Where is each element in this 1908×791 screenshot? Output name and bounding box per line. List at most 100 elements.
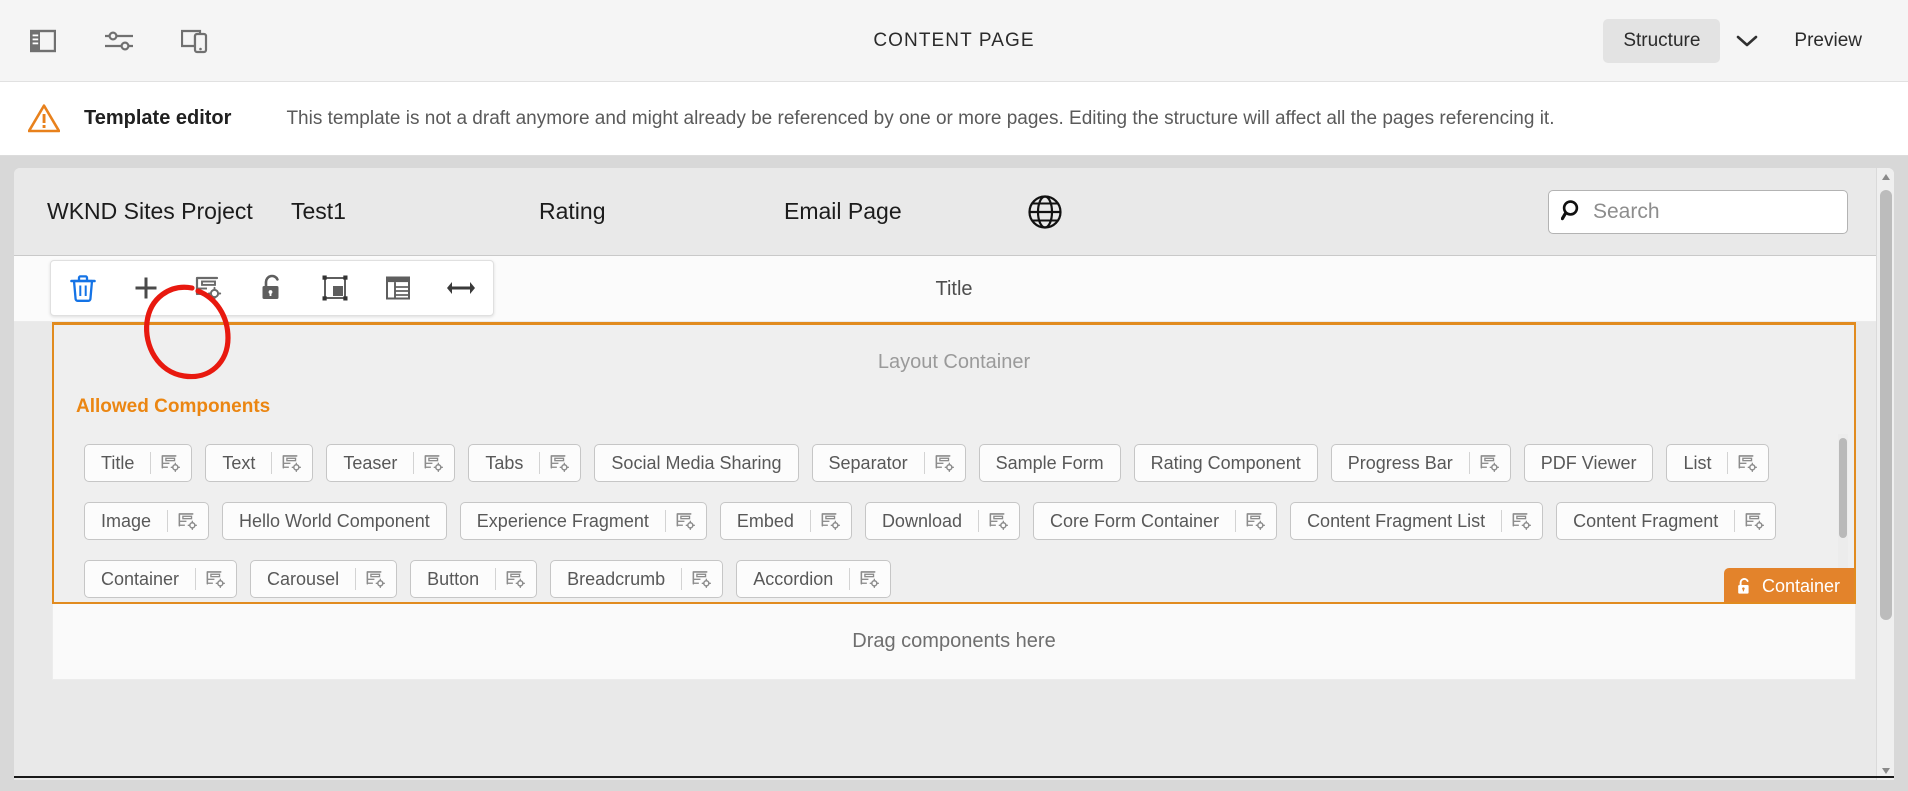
configure-icon[interactable]	[811, 503, 851, 539]
allowed-components-heading: Allowed Components	[76, 396, 271, 417]
allowed-component-label: List	[1683, 452, 1712, 473]
allowed-component-chip[interactable]: Content Fragment	[1556, 502, 1777, 540]
search-input[interactable]	[1593, 200, 1835, 224]
configure-icon[interactable]	[979, 503, 1019, 539]
configure-icon[interactable]	[540, 445, 580, 481]
allowed-component-chip[interactable]: Image	[84, 502, 210, 540]
allowed-component-chip[interactable]: PDF Viewer	[1523, 444, 1654, 482]
configure-icon[interactable]	[356, 561, 396, 597]
configure-icon[interactable]	[1236, 503, 1276, 539]
allowed-component-label: PDF Viewer	[1540, 452, 1637, 473]
configure-icon[interactable]	[168, 503, 208, 539]
container-badge[interactable]: Container	[1723, 568, 1854, 602]
allowed-component-label: Container	[101, 568, 180, 589]
configure-icon[interactable]	[1735, 503, 1775, 539]
search-icon	[1560, 199, 1583, 226]
allowed-component-label: Download	[881, 510, 962, 531]
allowed-component-chip[interactable]: Accordion	[736, 560, 892, 598]
nav-item-test1[interactable]: Test1	[291, 198, 346, 225]
allowed-component-label: Content Fragment List	[1307, 510, 1486, 531]
allowed-component-chip[interactable]: Experience Fragment	[459, 502, 707, 540]
template-warning-banner: Template editor This template is not a d…	[0, 82, 1908, 156]
configure-icon[interactable]	[850, 561, 890, 597]
nav-item-wknd-sites-project[interactable]: WKND Sites Project	[47, 198, 253, 225]
allowed-component-label: Text	[222, 452, 256, 473]
scrollbar-thumb[interactable]	[1839, 438, 1847, 538]
layout-container[interactable]: Layout Container Allowed Components Titl…	[52, 322, 1856, 604]
allowed-component-chip[interactable]: Title	[84, 444, 193, 482]
allowed-component-chip[interactable]: Hello World Component	[222, 502, 447, 540]
configure-icon[interactable]	[1470, 445, 1510, 481]
configure-icon[interactable]	[272, 445, 312, 481]
allowed-component-label: Sample Form	[995, 452, 1104, 473]
group-select-button[interactable]	[304, 261, 367, 315]
allowed-component-label: Hello World Component	[239, 510, 430, 531]
allowed-component-chip[interactable]: Download	[864, 502, 1020, 540]
site-navigation: WKND Sites Project Test1 Rating Email Pa…	[14, 168, 1894, 256]
layout-container-title: Layout Container	[877, 351, 1031, 373]
topbar-left-icons	[0, 12, 224, 70]
allowed-component-chip[interactable]: Teaser	[326, 444, 456, 482]
allowed-component-label: Separator	[828, 452, 908, 473]
allowed-component-chip[interactable]: Container	[84, 560, 238, 598]
allowed-component-chip[interactable]: Embed	[719, 502, 852, 540]
mode-structure-button[interactable]: Structure	[1603, 19, 1721, 63]
unlock-button[interactable]	[240, 261, 303, 315]
allowed-component-label: Carousel	[267, 568, 340, 589]
allowed-component-label: Accordion	[753, 568, 834, 589]
delete-button[interactable]	[51, 261, 114, 315]
allowed-component-chip[interactable]: Sample Form	[978, 444, 1121, 482]
allowed-component-chip[interactable]: Social Media Sharing	[594, 444, 799, 482]
allowed-component-chip[interactable]: Tabs	[468, 444, 582, 482]
allowed-component-label: Rating Component	[1150, 452, 1301, 473]
nav-item-email-page[interactable]: Email Page	[784, 198, 902, 225]
allowed-component-label: Core Form Container	[1050, 510, 1220, 531]
chevron-down-icon[interactable]	[1724, 19, 1770, 63]
allowed-component-chip[interactable]: Text	[205, 444, 314, 482]
configure-icon[interactable]	[1728, 445, 1768, 481]
allowed-component-chip[interactable]: Carousel	[250, 560, 398, 598]
editor-shell: WKND Sites Project Test1 Rating Email Pa…	[0, 156, 1908, 791]
allowed-components-list: Title Text Teaser Tabs Social Media Shar	[54, 434, 1854, 602]
preview-button[interactable]: Preview	[1774, 19, 1882, 63]
configure-icon[interactable]	[196, 561, 236, 597]
banner-message: This template is not a draft anymore and…	[286, 107, 1555, 129]
page-title-text: CONTENT PAGE	[873, 30, 1035, 51]
resize-arrows-button[interactable]	[430, 261, 493, 315]
globe-icon[interactable]	[1027, 194, 1063, 230]
bottom-divider	[14, 776, 1894, 778]
page-scrollbar[interactable]	[1876, 168, 1894, 780]
allowed-component-chip[interactable]: Button	[410, 560, 538, 598]
configure-icon[interactable]	[1502, 503, 1542, 539]
configure-icon[interactable]	[496, 561, 536, 597]
top-bar: CONTENT PAGE Structure Preview	[0, 0, 1908, 82]
configure-icon[interactable]	[414, 445, 454, 481]
allowed-components-row: Container Carousel Button Breadcrumb Acc	[54, 550, 1854, 602]
configure-button[interactable]	[177, 261, 240, 315]
emulator-devices-icon[interactable]	[166, 12, 224, 70]
allowed-component-chip[interactable]: Separator	[811, 444, 966, 482]
page-scrollbar-thumb[interactable]	[1880, 190, 1892, 620]
allowed-component-chip[interactable]: Core Form Container	[1033, 502, 1278, 540]
sidebar-panel-icon[interactable]	[14, 12, 72, 70]
allowed-component-chip[interactable]: Content Fragment List	[1290, 502, 1544, 540]
allowed-component-label: Button	[427, 568, 480, 589]
scroll-up-arrow-icon[interactable]	[1877, 168, 1894, 186]
layout-grid-button[interactable]	[367, 261, 430, 315]
drop-zone[interactable]: Drag components here	[52, 604, 1856, 680]
configure-icon[interactable]	[925, 445, 965, 481]
insert-button[interactable]	[114, 261, 177, 315]
topbar-right-controls: Structure Preview	[1603, 0, 1882, 82]
allowed-component-chip[interactable]: Breadcrumb	[550, 560, 724, 598]
allowed-component-chip[interactable]: List	[1666, 444, 1770, 482]
allowed-component-label: Teaser	[343, 452, 398, 473]
configure-icon[interactable]	[666, 503, 706, 539]
nav-item-rating[interactable]: Rating	[539, 198, 605, 225]
search-box[interactable]	[1548, 190, 1848, 234]
page-properties-icon[interactable]	[90, 12, 148, 70]
allowed-component-chip[interactable]: Progress Bar	[1330, 444, 1511, 482]
configure-icon[interactable]	[151, 445, 191, 481]
configure-icon[interactable]	[682, 561, 722, 597]
allowed-component-chip[interactable]: Rating Component	[1133, 444, 1318, 482]
page-editor-frame: WKND Sites Project Test1 Rating Email Pa…	[14, 168, 1894, 780]
